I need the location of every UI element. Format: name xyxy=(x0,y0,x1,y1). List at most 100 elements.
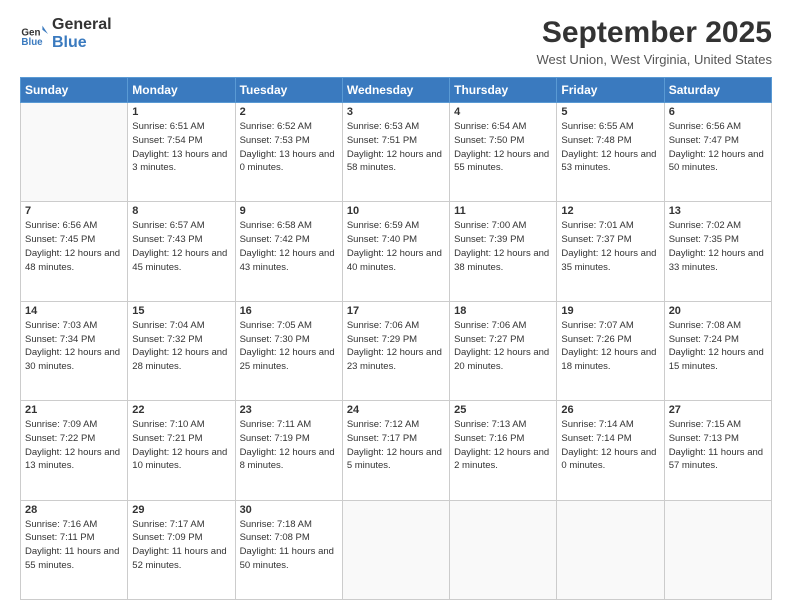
cell-info-line: Sunrise: 7:09 AM xyxy=(25,418,123,432)
cell-info: Sunrise: 7:17 AMSunset: 7:09 PMDaylight:… xyxy=(132,518,230,573)
cell-info-line: Daylight: 12 hours and 50 minutes. xyxy=(669,148,767,176)
cell-info-line: Sunrise: 6:57 AM xyxy=(132,219,230,233)
calendar-cell xyxy=(450,500,557,599)
day-number: 6 xyxy=(669,106,767,118)
calendar-cell xyxy=(342,500,449,599)
day-number: 24 xyxy=(347,404,445,416)
cell-info-line: Sunset: 7:48 PM xyxy=(561,134,659,148)
cell-info-line: Sunrise: 7:08 AM xyxy=(669,319,767,333)
calendar-cell: 25Sunrise: 7:13 AMSunset: 7:16 PMDayligh… xyxy=(450,401,557,500)
cell-info-line: Sunset: 7:43 PM xyxy=(132,233,230,247)
day-number: 20 xyxy=(669,305,767,317)
day-number: 1 xyxy=(132,106,230,118)
day-number: 17 xyxy=(347,305,445,317)
day-number: 7 xyxy=(25,205,123,217)
cell-info-line: Sunrise: 7:17 AM xyxy=(132,518,230,532)
cell-info-line: Sunrise: 7:00 AM xyxy=(454,219,552,233)
cell-info-line: Daylight: 12 hours and 33 minutes. xyxy=(669,247,767,275)
day-number: 23 xyxy=(240,404,338,416)
cell-info-line: Sunrise: 7:13 AM xyxy=(454,418,552,432)
cell-info-line: Sunset: 7:39 PM xyxy=(454,233,552,247)
cell-info: Sunrise: 6:56 AMSunset: 7:45 PMDaylight:… xyxy=(25,219,123,274)
day-number: 4 xyxy=(454,106,552,118)
cell-info-line: Sunset: 7:51 PM xyxy=(347,134,445,148)
weekday-header-thursday: Thursday xyxy=(450,78,557,103)
cell-info: Sunrise: 7:18 AMSunset: 7:08 PMDaylight:… xyxy=(240,518,338,573)
cell-info: Sunrise: 6:57 AMSunset: 7:43 PMDaylight:… xyxy=(132,219,230,274)
day-number: 15 xyxy=(132,305,230,317)
cell-info: Sunrise: 6:54 AMSunset: 7:50 PMDaylight:… xyxy=(454,120,552,175)
cell-info: Sunrise: 7:12 AMSunset: 7:17 PMDaylight:… xyxy=(347,418,445,473)
cell-info-line: Daylight: 12 hours and 25 minutes. xyxy=(240,346,338,374)
logo: Gen Blue General Blue xyxy=(20,16,112,51)
cell-info: Sunrise: 7:01 AMSunset: 7:37 PMDaylight:… xyxy=(561,219,659,274)
day-number: 28 xyxy=(25,504,123,516)
cell-info-line: Sunset: 7:47 PM xyxy=(669,134,767,148)
cell-info-line: Daylight: 12 hours and 8 minutes. xyxy=(240,446,338,474)
cell-info: Sunrise: 7:06 AMSunset: 7:29 PMDaylight:… xyxy=(347,319,445,374)
calendar-cell: 22Sunrise: 7:10 AMSunset: 7:21 PMDayligh… xyxy=(128,401,235,500)
cell-info-line: Sunset: 7:29 PM xyxy=(347,333,445,347)
day-number: 29 xyxy=(132,504,230,516)
cell-info-line: Daylight: 12 hours and 45 minutes. xyxy=(132,247,230,275)
calendar-week-4: 21Sunrise: 7:09 AMSunset: 7:22 PMDayligh… xyxy=(21,401,772,500)
cell-info-line: Sunset: 7:40 PM xyxy=(347,233,445,247)
day-number: 30 xyxy=(240,504,338,516)
calendar-cell: 10Sunrise: 6:59 AMSunset: 7:40 PMDayligh… xyxy=(342,202,449,301)
header: Gen Blue General Blue September 2025 Wes… xyxy=(20,16,772,67)
day-number: 18 xyxy=(454,305,552,317)
cell-info-line: Sunrise: 6:54 AM xyxy=(454,120,552,134)
weekday-header-wednesday: Wednesday xyxy=(342,78,449,103)
logo-general: General xyxy=(52,16,112,34)
day-number: 9 xyxy=(240,205,338,217)
cell-info-line: Daylight: 12 hours and 43 minutes. xyxy=(240,247,338,275)
calendar-cell: 17 Sunrise: 7:06 AMSunset: 7:29 PMDayligh… xyxy=(342,301,449,400)
cell-info-line: Sunrise: 6:56 AM xyxy=(669,120,767,134)
cell-info: Sunrise: 7:03 AMSunset: 7:34 PMDaylight:… xyxy=(25,319,123,374)
day-number: 14 xyxy=(25,305,123,317)
cell-info: Sunrise: 7:08 AMSunset: 7:24 PMDaylight:… xyxy=(669,319,767,374)
cell-info-line: Sunset: 7:08 PM xyxy=(240,531,338,545)
title-block: September 2025 West Union, West Virginia… xyxy=(536,16,772,67)
cell-info-line: Daylight: 12 hours and 53 minutes. xyxy=(561,148,659,176)
cell-info-line: Sunset: 7:37 PM xyxy=(561,233,659,247)
cell-info-line: Sunrise: 7:10 AM xyxy=(132,418,230,432)
calendar-cell: 12Sunrise: 7:01 AMSunset: 7:37 PMDayligh… xyxy=(557,202,664,301)
day-number: 2 xyxy=(240,106,338,118)
calendar-cell: 9 Sunrise: 6:58 AMSunset: 7:42 PMDaylight… xyxy=(235,202,342,301)
day-number: 22 xyxy=(132,404,230,416)
cell-info-line: Sunrise: 7:03 AM xyxy=(25,319,123,333)
cell-info-line: Sunrise: 6:56 AM xyxy=(25,219,123,233)
cell-info-line: Sunrise: 7:14 AM xyxy=(561,418,659,432)
day-number: 3 xyxy=(347,106,445,118)
weekday-header-saturday: Saturday xyxy=(664,78,771,103)
cell-info-line: Sunrise: 7:16 AM xyxy=(25,518,123,532)
cell-info-line: Daylight: 13 hours and 3 minutes. xyxy=(132,148,230,176)
calendar-cell: 24 Sunrise: 7:12 AMSunset: 7:17 PMDayligh… xyxy=(342,401,449,500)
cell-info-line: Sunset: 7:42 PM xyxy=(240,233,338,247)
logo-blue: Blue xyxy=(52,34,112,52)
calendar-cell: 3 Sunrise: 6:53 AMSunset: 7:51 PMDaylight… xyxy=(342,103,449,202)
cell-info-line: Sunrise: 6:55 AM xyxy=(561,120,659,134)
cell-info-line: Sunrise: 7:11 AM xyxy=(240,418,338,432)
weekday-header-tuesday: Tuesday xyxy=(235,78,342,103)
cell-info-line: Daylight: 12 hours and 48 minutes. xyxy=(25,247,123,275)
cell-info-line: Sunset: 7:14 PM xyxy=(561,432,659,446)
cell-info: Sunrise: 6:58 AMSunset: 7:42 PMDaylight:… xyxy=(240,219,338,274)
cell-info-line: Sunset: 7:35 PM xyxy=(669,233,767,247)
cell-info: Sunrise: 7:15 AMSunset: 7:13 PMDaylight:… xyxy=(669,418,767,473)
cell-info-line: Sunset: 7:26 PM xyxy=(561,333,659,347)
cell-info: Sunrise: 7:09 AMSunset: 7:22 PMDaylight:… xyxy=(25,418,123,473)
cell-info-line: Sunset: 7:19 PM xyxy=(240,432,338,446)
cell-info-line: Sunset: 7:32 PM xyxy=(132,333,230,347)
calendar-cell: 8Sunrise: 6:57 AMSunset: 7:43 PMDaylight… xyxy=(128,202,235,301)
cell-info-line: Sunrise: 6:58 AM xyxy=(240,219,338,233)
cell-info-line: Sunrise: 7:02 AM xyxy=(669,219,767,233)
cell-info: Sunrise: 6:53 AMSunset: 7:51 PMDaylight:… xyxy=(347,120,445,175)
calendar-cell: 21Sunrise: 7:09 AMSunset: 7:22 PMDayligh… xyxy=(21,401,128,500)
cell-info-line: Sunrise: 7:01 AM xyxy=(561,219,659,233)
cell-info-line: Daylight: 12 hours and 35 minutes. xyxy=(561,247,659,275)
calendar-cell xyxy=(557,500,664,599)
cell-info: Sunrise: 7:13 AMSunset: 7:16 PMDaylight:… xyxy=(454,418,552,473)
cell-info-line: Sunrise: 7:04 AM xyxy=(132,319,230,333)
